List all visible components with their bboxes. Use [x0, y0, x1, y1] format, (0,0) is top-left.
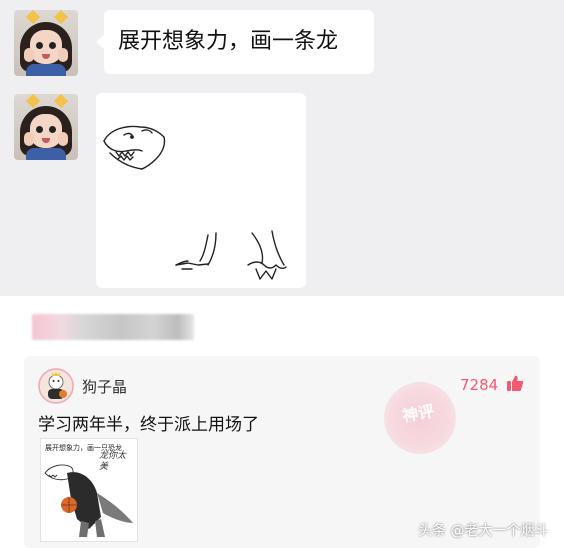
- message-bubble[interactable]: 展开想象力，画一条龙: [104, 10, 374, 74]
- dinosaur-sketch-icon: [103, 125, 287, 280]
- blurred-username: [32, 314, 194, 340]
- image-message[interactable]: [96, 93, 306, 288]
- commenter-username[interactable]: 狗子晶: [82, 376, 127, 397]
- commenter-avatar[interactable]: [38, 368, 74, 404]
- like-count: 7284: [460, 376, 499, 394]
- comment-text: 学习两年半，终于派上用场了: [38, 415, 259, 435]
- thumbs-up-icon[interactable]: [506, 374, 524, 396]
- chat-area: 展开想象力，画一条龙: [0, 0, 564, 296]
- user-avatar-bottom[interactable]: [14, 94, 78, 160]
- comment-image[interactable]: 展开想象力，画一只恐龙 龙你太美: [40, 438, 138, 542]
- dinosaur-basketball-meme-icon: [44, 464, 133, 537]
- user-avatar-top[interactable]: [14, 10, 78, 76]
- watermark: 头条 @老大一个烟斗: [418, 523, 549, 539]
